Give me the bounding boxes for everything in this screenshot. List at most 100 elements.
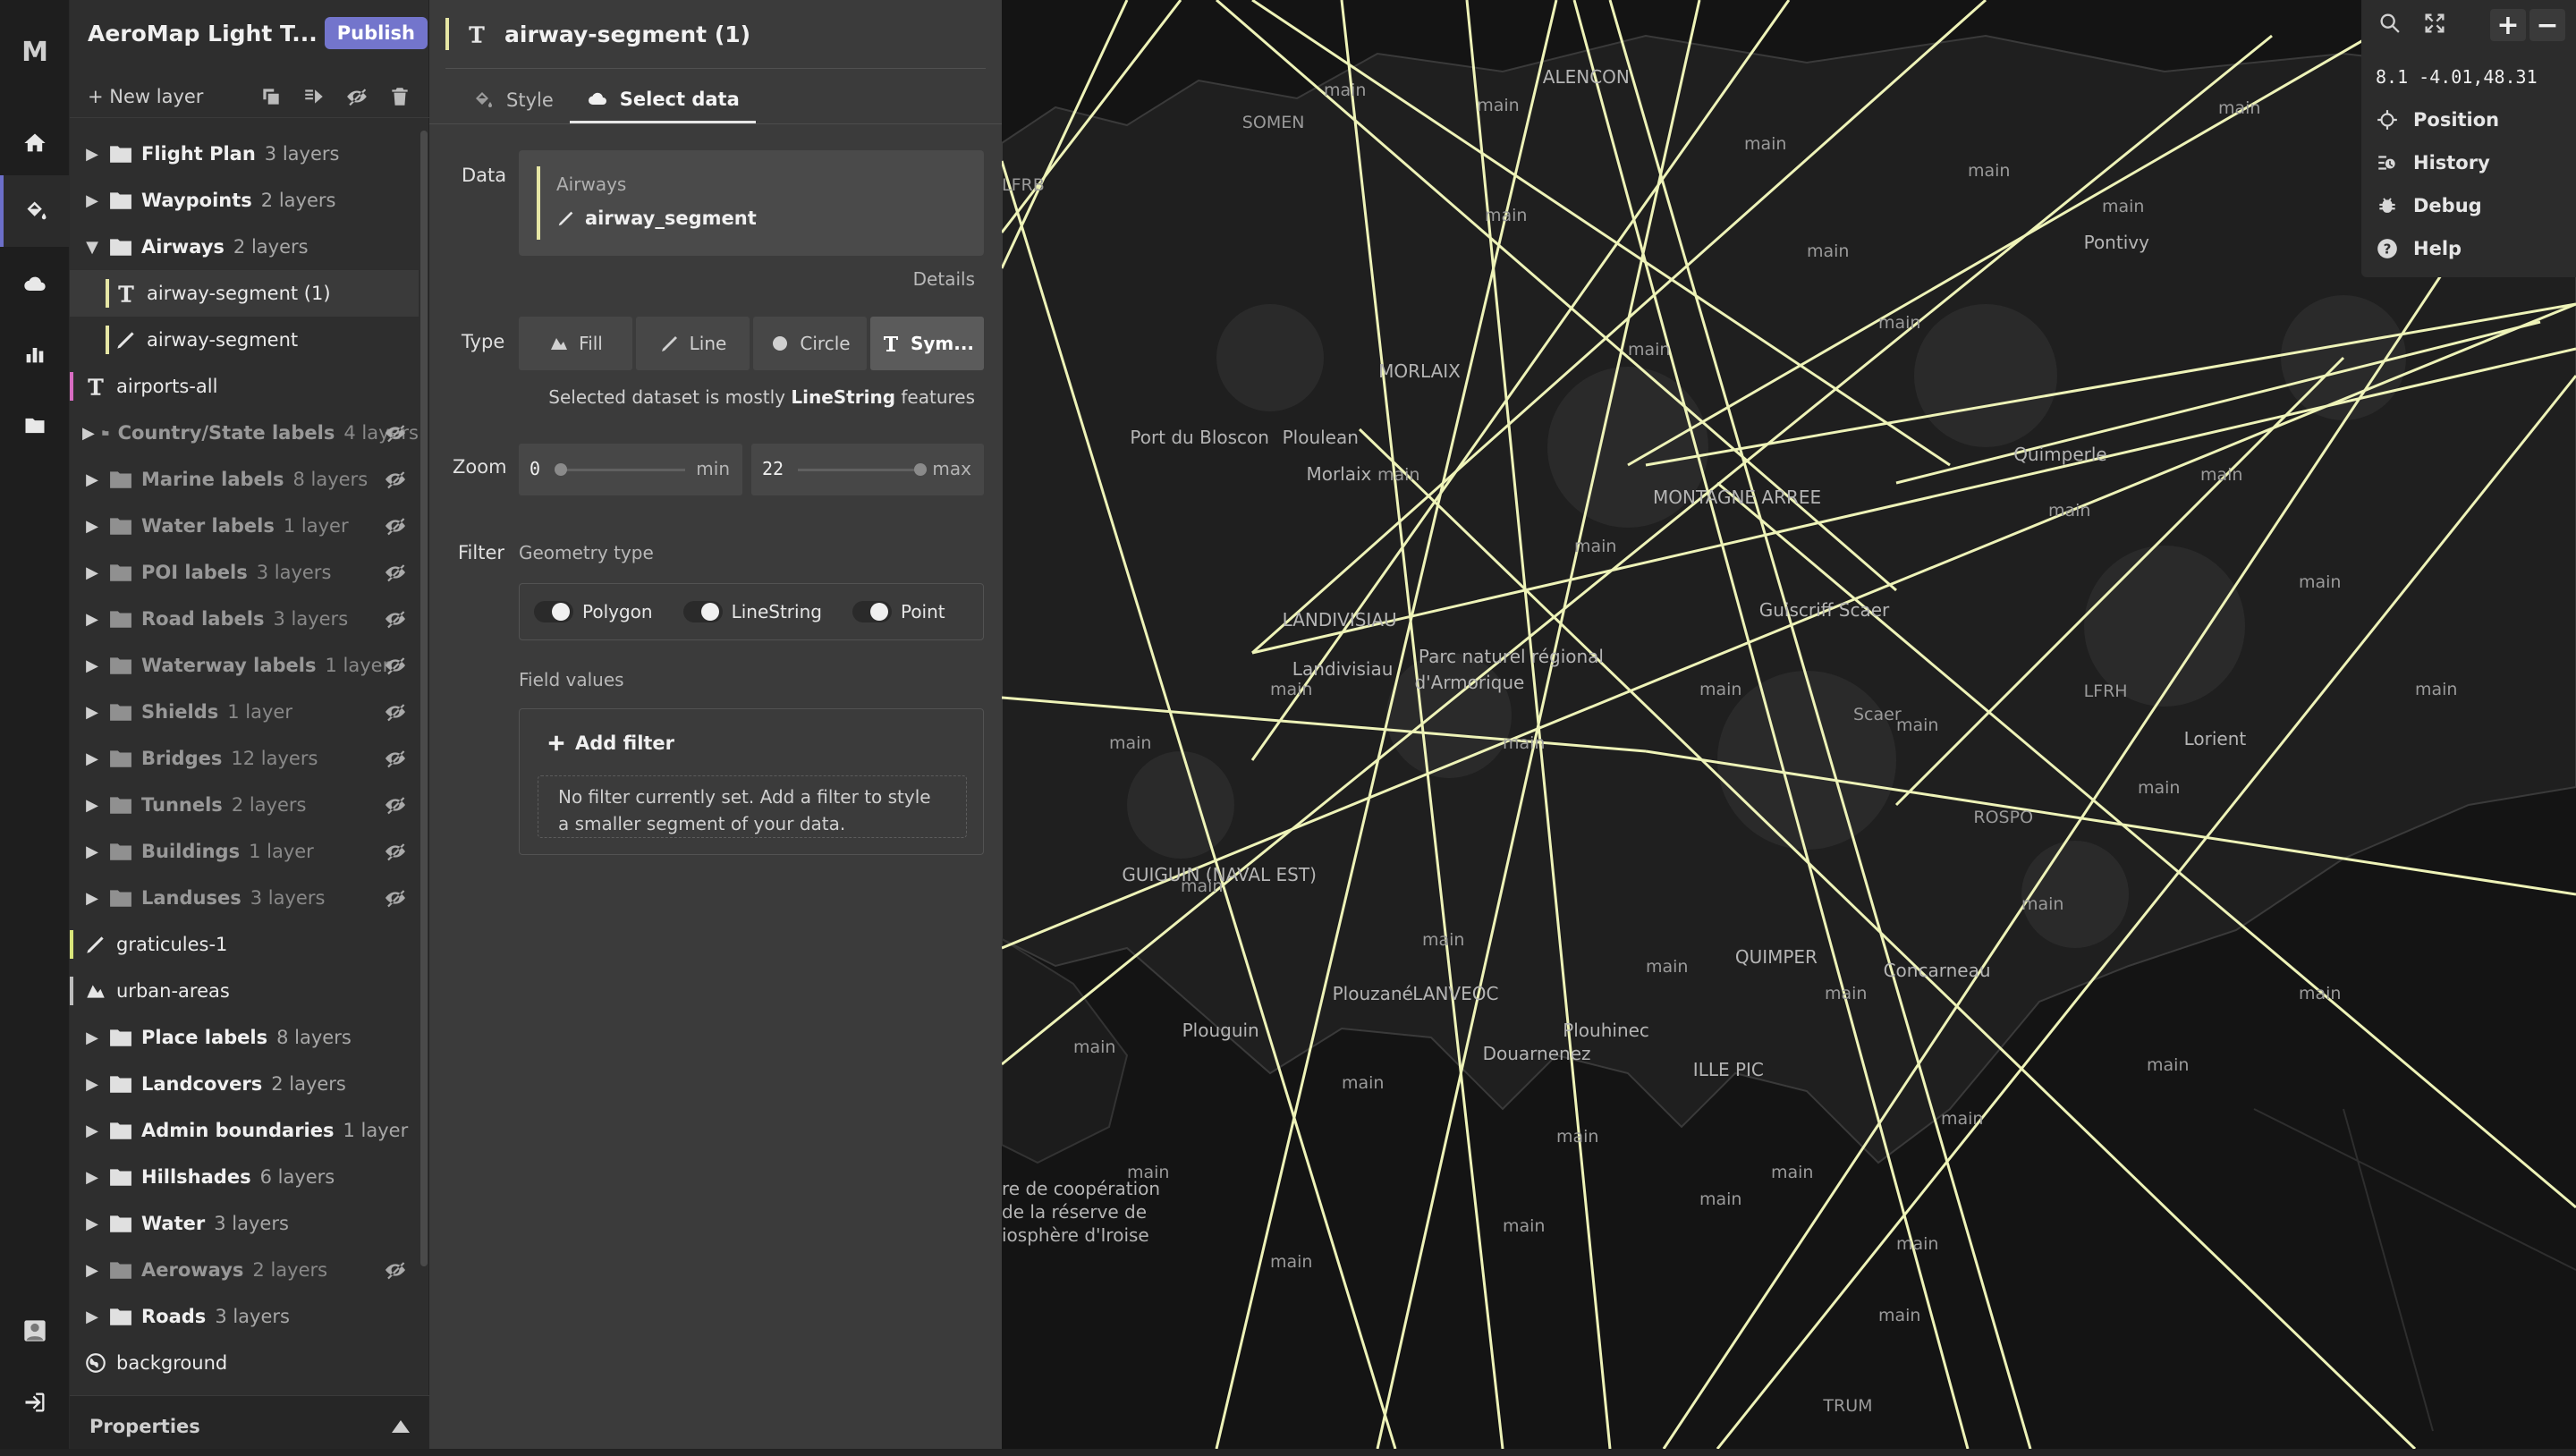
layer-group[interactable]: ▶ Landcovers 2 layers: [70, 1061, 419, 1107]
layer-group[interactable]: ▶ Waypoints 2 layers: [70, 177, 419, 224]
caret-right-icon[interactable]: ▶: [82, 1075, 102, 1094]
caret-right-icon[interactable]: ▶: [82, 191, 102, 210]
history-button[interactable]: History: [2361, 141, 2576, 184]
fullscreen-icon[interactable]: [2422, 11, 2447, 36]
zoom-max-value[interactable]: 22: [762, 458, 784, 479]
type-symbol-button[interactable]: Sym...: [870, 317, 984, 370]
data-source-selector[interactable]: Airways airway_segment: [519, 150, 984, 256]
hidden-eye-icon[interactable]: [383, 423, 408, 443]
data-sources-button[interactable]: [0, 249, 70, 320]
zoom-min-slider[interactable]: 0 min: [519, 444, 742, 495]
tab-style[interactable]: Style: [456, 77, 570, 123]
layer-group[interactable]: ▶ Place labels 8 layers: [70, 1014, 419, 1061]
layer-group[interactable]: ▶ Country/State labels 4 layers: [70, 410, 419, 456]
geometry-point-toggle[interactable]: Point: [852, 601, 945, 622]
layer-item[interactable]: airway-segment: [70, 317, 419, 363]
layer-item[interactable]: background: [70, 1340, 419, 1386]
publish-button[interactable]: Publish: [324, 17, 428, 49]
caret-right-icon[interactable]: ▶: [82, 145, 102, 164]
caret-right-icon[interactable]: ▶: [82, 610, 102, 629]
zoom-out-button[interactable]: −: [2529, 9, 2565, 41]
layer-group[interactable]: ▶ Hillshades 6 layers: [70, 1154, 419, 1200]
hidden-eye-icon[interactable]: [383, 563, 408, 582]
layer-list-scrollbar[interactable]: [420, 131, 428, 1266]
caret-down-icon[interactable]: ▼: [82, 238, 102, 257]
debug-button[interactable]: Debug: [2361, 184, 2576, 227]
type-fill-button[interactable]: Fill: [519, 317, 632, 370]
layer-group[interactable]: ▶ Flight Plan 3 layers: [70, 131, 419, 177]
caret-right-icon[interactable]: ▶: [82, 749, 102, 768]
home-button[interactable]: [0, 107, 70, 179]
group-icon[interactable]: [302, 85, 326, 108]
caret-right-icon[interactable]: ▶: [82, 1308, 102, 1326]
files-button[interactable]: [0, 390, 70, 461]
hide-icon[interactable]: [345, 85, 369, 108]
layer-group[interactable]: ▶ Tunnels 2 layers: [70, 782, 419, 828]
help-button[interactable]: ? Help: [2361, 227, 2576, 270]
geometry-polygon-toggle[interactable]: Polygon: [534, 601, 653, 622]
caret-right-icon[interactable]: ▶: [82, 1122, 102, 1140]
caret-right-icon[interactable]: ▶: [82, 470, 102, 489]
layer-group[interactable]: ▶ POI labels 3 layers: [70, 549, 419, 596]
layer-group[interactable]: ▶ Landuses 3 layers: [70, 875, 419, 921]
layer-item[interactable]: graticules-1: [70, 921, 419, 968]
zoom-in-button[interactable]: +: [2490, 9, 2526, 41]
layer-group[interactable]: ▶ Bridges 12 layers: [70, 735, 419, 782]
layer-item[interactable]: airway-segment (1): [70, 270, 419, 317]
layer-item[interactable]: urban-areas: [70, 968, 419, 1014]
caret-right-icon[interactable]: ▶: [82, 424, 95, 443]
layer-group[interactable]: ▶ Admin boundaries 1 layer: [70, 1107, 419, 1154]
layer-group[interactable]: ▼ Airways 2 layers: [70, 224, 419, 270]
layer-item[interactable]: airports-all: [70, 363, 419, 410]
trash-icon[interactable]: [388, 85, 411, 108]
new-layer-button[interactable]: + New layer: [88, 86, 203, 107]
style-title[interactable]: AeroMap Light T...: [88, 21, 318, 47]
add-filter-button[interactable]: Add filter: [547, 732, 674, 754]
hidden-eye-icon[interactable]: [383, 656, 408, 675]
caret-right-icon[interactable]: ▶: [82, 517, 102, 536]
caret-right-icon[interactable]: ▶: [82, 1215, 102, 1233]
hidden-eye-icon[interactable]: [383, 888, 408, 908]
properties-bar[interactable]: Properties: [70, 1395, 429, 1456]
caret-right-icon[interactable]: ▶: [82, 1261, 102, 1280]
caret-right-icon[interactable]: ▶: [82, 889, 102, 908]
caret-right-icon[interactable]: ▶: [82, 1168, 102, 1187]
caret-right-icon[interactable]: ▶: [82, 563, 102, 582]
layer-group[interactable]: ▶ Marine labels 8 layers: [70, 456, 419, 503]
layer-group[interactable]: ▶ Water 3 layers: [70, 1200, 419, 1247]
type-circle-button[interactable]: Circle: [753, 317, 867, 370]
toggle-switch[interactable]: [852, 601, 892, 622]
type-line-button[interactable]: Line: [636, 317, 750, 370]
stats-button[interactable]: [0, 318, 70, 390]
caret-right-icon[interactable]: ▶: [82, 656, 102, 675]
hidden-eye-icon[interactable]: [383, 516, 408, 536]
logout-button[interactable]: [0, 1367, 70, 1438]
hidden-eye-icon[interactable]: [383, 749, 408, 768]
editor-title[interactable]: airway-segment (1): [504, 21, 750, 47]
zoom-max-slider[interactable]: 22 max: [751, 444, 984, 495]
layer-group[interactable]: ▶ Shields 1 layer: [70, 689, 419, 735]
caret-right-icon[interactable]: ▶: [82, 796, 102, 815]
caret-right-icon[interactable]: ▶: [82, 1029, 102, 1047]
layer-group[interactable]: ▶ Road labels 3 layers: [70, 596, 419, 642]
hidden-eye-icon[interactable]: [383, 609, 408, 629]
search-icon[interactable]: [2377, 11, 2402, 36]
account-button[interactable]: [0, 1295, 70, 1367]
geometry-linestring-toggle[interactable]: LineString: [682, 601, 822, 622]
hidden-eye-icon[interactable]: [383, 1260, 408, 1280]
layer-group[interactable]: ▶ Aeroways 2 layers: [70, 1247, 419, 1293]
slider-handle[interactable]: [555, 463, 567, 476]
zoom-min-value[interactable]: 0: [530, 458, 540, 479]
chevron-up-icon[interactable]: [392, 1419, 410, 1433]
hidden-eye-icon[interactable]: [383, 702, 408, 722]
duplicate-icon[interactable]: [259, 85, 283, 108]
layer-group[interactable]: ▶ Water labels 1 layer: [70, 503, 419, 549]
hidden-eye-icon[interactable]: [383, 842, 408, 861]
hidden-eye-icon[interactable]: [383, 470, 408, 489]
layer-group[interactable]: ▶ Buildings 1 layer: [70, 828, 419, 875]
hidden-eye-icon[interactable]: [383, 795, 408, 815]
style-editor-button[interactable]: [0, 175, 70, 247]
caret-right-icon[interactable]: ▶: [82, 842, 102, 861]
slider-handle[interactable]: [914, 463, 927, 476]
details-link[interactable]: Details: [913, 268, 975, 290]
